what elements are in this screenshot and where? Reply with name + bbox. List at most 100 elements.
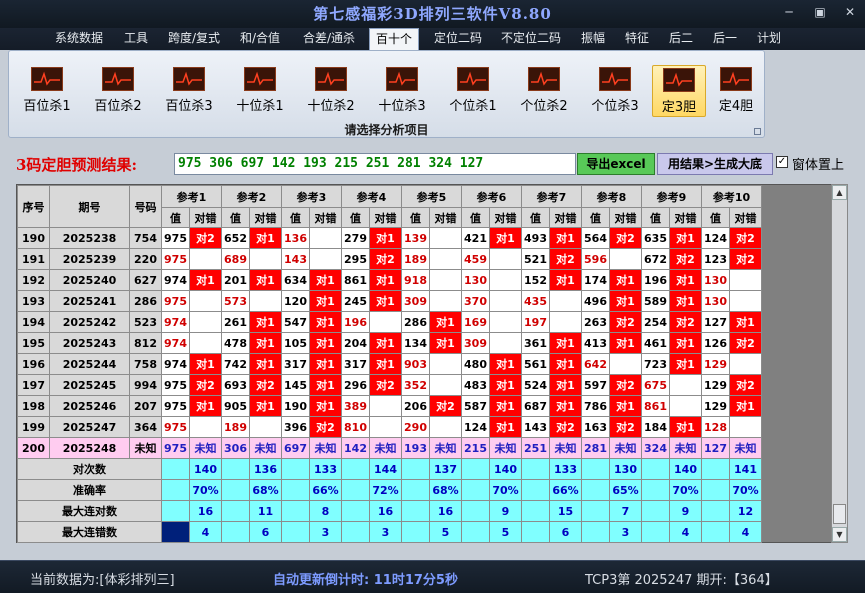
- stats-spacer: [401, 479, 430, 501]
- ref-value: 261: [221, 311, 250, 333]
- menu-item[interactable]: 跨度/复式: [168, 28, 220, 50]
- ref-value: 652: [221, 227, 250, 249]
- ribbon-button[interactable]: 百位杀3: [155, 65, 223, 117]
- table-row[interactable]: 192 2025240 627 974 对1 201 对1 634 对1 861 对1 918 130 1…: [17, 269, 762, 291]
- generate-base-button[interactable]: 用结果>生成大底: [657, 153, 773, 175]
- table-row[interactable]: 198 2025246 207 975 对1 905 对1 190 对1 389 206 对2 587 对…: [17, 395, 762, 417]
- row-issue: 2025239: [49, 248, 130, 270]
- ribbon-button[interactable]: 十位杀2: [297, 65, 365, 117]
- ref-hit: 对1: [609, 332, 642, 354]
- ref-value: 361: [521, 332, 550, 354]
- ribbon-button[interactable]: 定4胆: [709, 65, 763, 117]
- scroll-up-icon[interactable]: ▲: [832, 185, 847, 200]
- stats-row: 最大连对数 16 11 8 16 16 9 15 7 9 12: [17, 500, 762, 522]
- column-header: 值: [281, 207, 310, 228]
- menu-item[interactable]: 特征: [625, 28, 649, 50]
- ref-hit: [309, 248, 342, 270]
- ribbon-button[interactable]: 个位杀1: [439, 65, 507, 117]
- ribbon-button[interactable]: 百位杀2: [84, 65, 152, 117]
- ref-value: 130: [461, 269, 490, 291]
- column-header: 对错: [729, 207, 762, 228]
- ref-value: 435: [521, 290, 550, 312]
- menu-item[interactable]: 系统数据: [55, 28, 103, 50]
- table-row[interactable]: 199 2025247 364 975 189 396 对2 810 290 124 对1 143 对2…: [17, 416, 762, 438]
- menu-item[interactable]: 不定位二码: [501, 28, 561, 50]
- ref-hit: [489, 248, 522, 270]
- stats-value: 141: [729, 458, 762, 480]
- column-header: 对错: [669, 207, 702, 228]
- vertical-scrollbar[interactable]: ▲ ▼: [831, 184, 848, 543]
- menu-item[interactable]: 定位二码: [434, 28, 482, 50]
- chart-icon: [528, 67, 560, 91]
- menu-item[interactable]: 振幅: [581, 28, 605, 50]
- table-row[interactable]: 200 2025248 未知 975 未知 306 未知 697 未知 142 未知 193 未知 215…: [17, 437, 762, 459]
- restore-icon[interactable]: ▣: [806, 3, 834, 21]
- result-values-field[interactable]: 975 306 697 142 193 215 251 281 324 127: [174, 153, 576, 175]
- stats-value: 6: [249, 521, 282, 543]
- column-header: 对错: [189, 207, 222, 228]
- export-excel-button[interactable]: 导出excel: [577, 153, 655, 175]
- ref-hit: 对1: [489, 353, 522, 375]
- table-row[interactable]: 190 2025238 754 975 对2 652 对1 136 279 对1 139 421 对1 4…: [17, 227, 762, 249]
- ref-hit: [489, 311, 522, 333]
- table-row[interactable]: 197 2025245 994 975 对2 693 对2 145 对1 296 对2 352 483 对…: [17, 374, 762, 396]
- close-icon[interactable]: ✕: [836, 3, 864, 21]
- ribbon-button[interactable]: 定3胆: [652, 65, 706, 117]
- data-grid[interactable]: 序号 期号 号码 参考1 参考2 参考3 参考4 参考5 参考6 参考7 参考8 参考9 参考10 值对错…: [16, 184, 848, 543]
- chart-icon: [457, 67, 489, 91]
- ribbon-expand-icon[interactable]: [754, 128, 761, 135]
- ribbon-button[interactable]: 十位杀1: [226, 65, 294, 117]
- ref-value: 675: [641, 374, 670, 396]
- row-issue: 2025243: [49, 332, 130, 354]
- topmost-checkbox[interactable]: ✓: [776, 156, 788, 168]
- ribbon-button[interactable]: 十位杀3: [368, 65, 436, 117]
- stats-spacer: [281, 521, 310, 543]
- row-draw-number: 758: [129, 353, 162, 375]
- menu-item[interactable]: 计划: [757, 28, 781, 50]
- menu-item[interactable]: 百十个: [369, 28, 420, 50]
- ribbon-button-label: 个位杀2: [520, 99, 568, 114]
- ref-value: 127: [701, 311, 730, 333]
- ribbon-button[interactable]: 个位杀3: [581, 65, 649, 117]
- table-row[interactable]: 191 2025239 220 975 689 143 295 对2 189 459 521 对2 59…: [17, 248, 762, 270]
- menu-item[interactable]: 后一: [713, 28, 737, 50]
- title-bar[interactable]: 第七感福彩3D排列三软件V8.80 ─ ▣ ✕: [0, 0, 865, 30]
- ribbon-button[interactable]: 个位杀2: [510, 65, 578, 117]
- ref-value: 903: [401, 353, 430, 375]
- ref-value: 189: [221, 416, 250, 438]
- stats-spacer: [701, 479, 730, 501]
- stats-spacer: [701, 521, 730, 543]
- minimize-icon[interactable]: ─: [775, 3, 803, 21]
- table-row[interactable]: 196 2025244 758 974 对1 742 对1 317 对1 317 对1 903 480 对…: [17, 353, 762, 375]
- ref-hit: 对1: [669, 332, 702, 354]
- chart-icon: [663, 68, 695, 92]
- stats-spacer: [281, 458, 310, 480]
- scroll-thumb[interactable]: [833, 504, 846, 524]
- ribbon-button[interactable]: 百位杀1: [13, 65, 81, 117]
- ref-hit: 对2: [609, 227, 642, 249]
- table-row[interactable]: 194 2025242 523 974 261 对1 547 对1 196 286 对1 169 197…: [17, 311, 762, 333]
- column-header: 参考8: [581, 185, 642, 208]
- ref-hit: 对2: [669, 311, 702, 333]
- ref-hit: 对1: [549, 374, 582, 396]
- ref-hit: [429, 290, 462, 312]
- ref-hit: [249, 248, 282, 270]
- ref-hit: 对1: [309, 395, 342, 417]
- stats-value: 70%: [189, 479, 222, 501]
- ref-value: 396: [281, 416, 310, 438]
- table-row[interactable]: 195 2025243 812 974 478 对1 105 对1 204 对1 134 对1 309 3…: [17, 332, 762, 354]
- stats-value: 5: [429, 521, 462, 543]
- ref-value: 279: [341, 227, 370, 249]
- stats-spacer: [461, 458, 490, 480]
- menu-item[interactable]: 合差/通杀: [303, 28, 355, 50]
- ref-hit: 对1: [369, 332, 402, 354]
- stats-value: 12: [729, 500, 762, 522]
- table-row[interactable]: 193 2025241 286 975 573 120 对1 245 对1 309 370 435 49…: [17, 290, 762, 312]
- row-draw-number: 286: [129, 290, 162, 312]
- stats-spacer: [401, 521, 430, 543]
- menu-item[interactable]: 后二: [669, 28, 693, 50]
- menu-item[interactable]: 工具: [124, 28, 148, 50]
- menu-item[interactable]: 和/合值: [240, 28, 280, 50]
- scroll-down-icon[interactable]: ▼: [832, 527, 847, 542]
- stats-spacer: [521, 500, 550, 522]
